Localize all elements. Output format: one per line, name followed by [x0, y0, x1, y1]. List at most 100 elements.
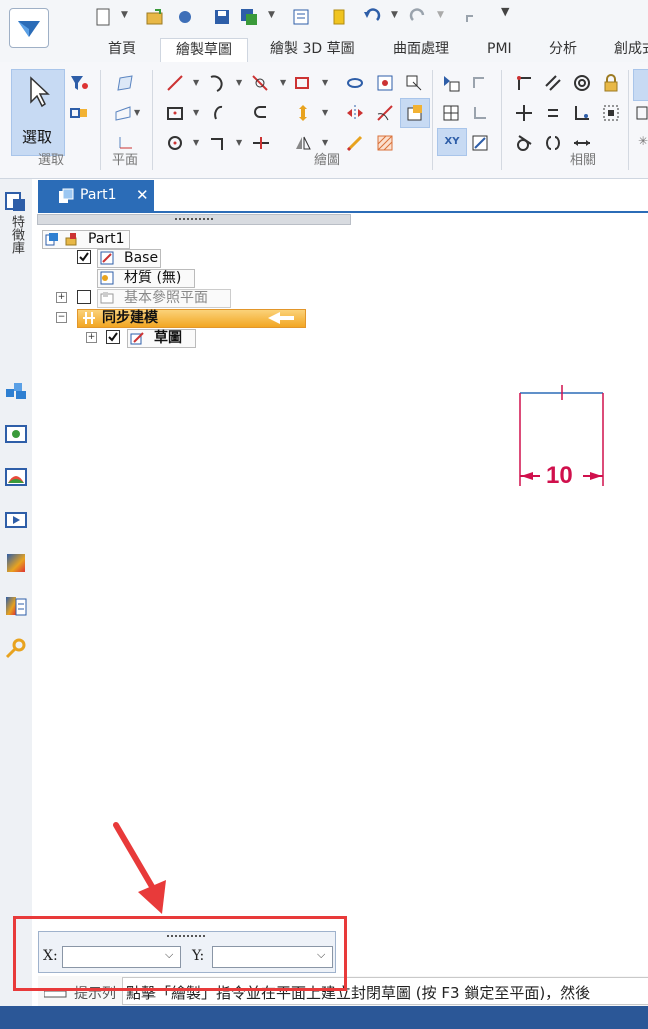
video-icon[interactable] — [4, 509, 28, 535]
fill-icon[interactable] — [376, 134, 394, 152]
filter-icon[interactable] — [70, 74, 88, 92]
customize-qat-icon[interactable]: ▼ — [501, 5, 509, 18]
circle-icon[interactable] — [166, 134, 184, 152]
line-icon[interactable] — [166, 74, 184, 92]
tree-resize-grip[interactable] — [37, 214, 351, 225]
fillet-icon[interactable] — [252, 104, 270, 122]
project-icon[interactable] — [346, 74, 364, 92]
symmetry-icon[interactable] — [544, 134, 562, 152]
equal-icon[interactable] — [544, 104, 562, 122]
tab-generative[interactable]: 創成式 — [614, 38, 648, 62]
pen-icon[interactable] — [346, 134, 364, 152]
repeat-icon[interactable] — [462, 8, 480, 26]
expand-icon[interactable]: + — [86, 332, 97, 343]
feature-library-icon[interactable] — [5, 191, 27, 213]
chevron-down-icon[interactable]: ▼ — [437, 10, 444, 20]
dimension-icon[interactable] — [636, 104, 648, 122]
tree-node-sketch[interactable]: 草圖 — [127, 329, 196, 348]
document-tab[interactable]: Part1 ✕ — [38, 180, 154, 212]
tree-node-base[interactable]: Base — [97, 249, 161, 268]
tangent-icon[interactable] — [515, 134, 533, 152]
color-icon[interactable] — [4, 552, 28, 578]
chevron-down-icon[interactable]: ▼ — [322, 138, 328, 147]
new-file-icon[interactable] — [94, 8, 112, 26]
tab-home[interactable]: 首頁 — [108, 38, 136, 62]
tab-3d-sketch[interactable]: 繪製 3D 草圖 — [270, 38, 355, 62]
select-button[interactable]: 選取 — [11, 69, 65, 156]
key-icon[interactable] — [4, 638, 28, 664]
app-logo-icon[interactable] — [9, 8, 49, 48]
chevron-down-icon[interactable]: ▼ — [280, 78, 286, 87]
render-icon[interactable] — [4, 466, 28, 492]
select-tool-icon[interactable] — [70, 104, 88, 122]
tab-pmi[interactable]: PMI — [487, 38, 512, 62]
grid-on-icon[interactable] — [442, 74, 460, 92]
more-icon[interactable]: ✳ — [638, 134, 648, 148]
curve-icon[interactable] — [210, 104, 228, 122]
chevron-down-icon[interactable]: ▼ — [193, 78, 199, 87]
chevron-down-icon[interactable]: ▼ — [236, 78, 242, 87]
perpendicular-icon[interactable] — [573, 104, 591, 122]
expand-icon[interactable]: + — [56, 292, 67, 303]
chevron-down-icon[interactable]: ▼ — [391, 10, 398, 20]
undo-icon[interactable] — [363, 8, 381, 26]
save-as-icon[interactable] — [240, 8, 258, 26]
arc-icon[interactable] — [208, 74, 226, 92]
dimension-value[interactable]: 10 — [546, 462, 573, 490]
tree-node-material[interactable]: 材質 (無) — [97, 269, 195, 288]
parts-icon[interactable] — [4, 379, 28, 405]
corner-icon[interactable] — [209, 134, 227, 152]
chevron-down-icon[interactable]: ▼ — [236, 138, 242, 147]
tab-analyze[interactable]: 分析 — [549, 38, 577, 62]
mirror-icon[interactable] — [294, 134, 312, 152]
lock-icon[interactable] — [602, 74, 620, 92]
document-icon[interactable] — [330, 8, 348, 26]
offset-icon[interactable] — [294, 74, 312, 92]
save-icon[interactable] — [213, 8, 231, 26]
close-icon[interactable]: ✕ — [136, 186, 149, 204]
view-icon[interactable] — [4, 423, 28, 449]
tree-node-part1[interactable]: Part1 — [42, 230, 130, 249]
tab-sketch[interactable]: 繪製草圖 — [160, 38, 248, 64]
chevron-down-icon[interactable]: ▼ — [193, 108, 199, 117]
rectangle-icon[interactable] — [166, 104, 184, 122]
xy-button[interactable]: XY — [437, 128, 467, 156]
move-icon[interactable] — [294, 104, 312, 122]
zero-origin-icon[interactable] — [471, 104, 489, 122]
concentric-icon[interactable] — [573, 74, 591, 92]
plane-icon[interactable] — [116, 74, 134, 92]
chevron-down-icon[interactable]: ▼ — [193, 138, 199, 147]
rigid-set-icon[interactable] — [602, 104, 620, 122]
intersect-icon[interactable] — [405, 74, 423, 92]
split-icon[interactable] — [252, 134, 270, 152]
grid-snap-icon[interactable] — [471, 134, 489, 152]
sketch-checkbox[interactable] — [106, 330, 120, 344]
chevron-down-icon[interactable]: ▼ — [268, 10, 275, 20]
tree-node-ref-planes[interactable]: 基本參照平面 — [97, 289, 231, 308]
chevron-down-icon[interactable]: ▼ — [121, 10, 128, 20]
redo-icon[interactable] — [409, 8, 427, 26]
feature-library-label[interactable]: 特徵庫 — [9, 215, 24, 254]
plane-by-edge-icon[interactable] — [114, 104, 132, 122]
base-checkbox[interactable] — [77, 250, 91, 264]
sketch-view-button[interactable] — [400, 98, 430, 128]
open-file-icon[interactable] — [146, 8, 164, 26]
properties-icon[interactable] — [292, 8, 310, 26]
ref-planes-checkbox[interactable] — [77, 290, 91, 304]
tree-node-sync[interactable]: 同步建模 — [77, 309, 306, 328]
chevron-down-icon[interactable]: ▼ — [322, 108, 328, 117]
connect-icon[interactable] — [515, 74, 533, 92]
chevron-down-icon[interactable]: ▼ — [134, 108, 140, 117]
trim-icon[interactable] — [251, 74, 269, 92]
parallel-icon[interactable] — [544, 74, 562, 92]
grid-options-icon[interactable] — [442, 104, 460, 122]
relocate-origin-icon[interactable] — [471, 74, 489, 92]
include-icon[interactable] — [376, 74, 394, 92]
symmetric-icon[interactable] — [346, 104, 364, 122]
collapse-icon[interactable]: − — [56, 312, 67, 323]
chevron-down-icon[interactable]: ▼ — [322, 78, 328, 87]
wrap-icon[interactable] — [376, 104, 394, 122]
appearance-icon[interactable] — [4, 595, 28, 621]
print-icon[interactable] — [176, 8, 194, 26]
tab-surfacing[interactable]: 曲面處理 — [393, 38, 449, 62]
